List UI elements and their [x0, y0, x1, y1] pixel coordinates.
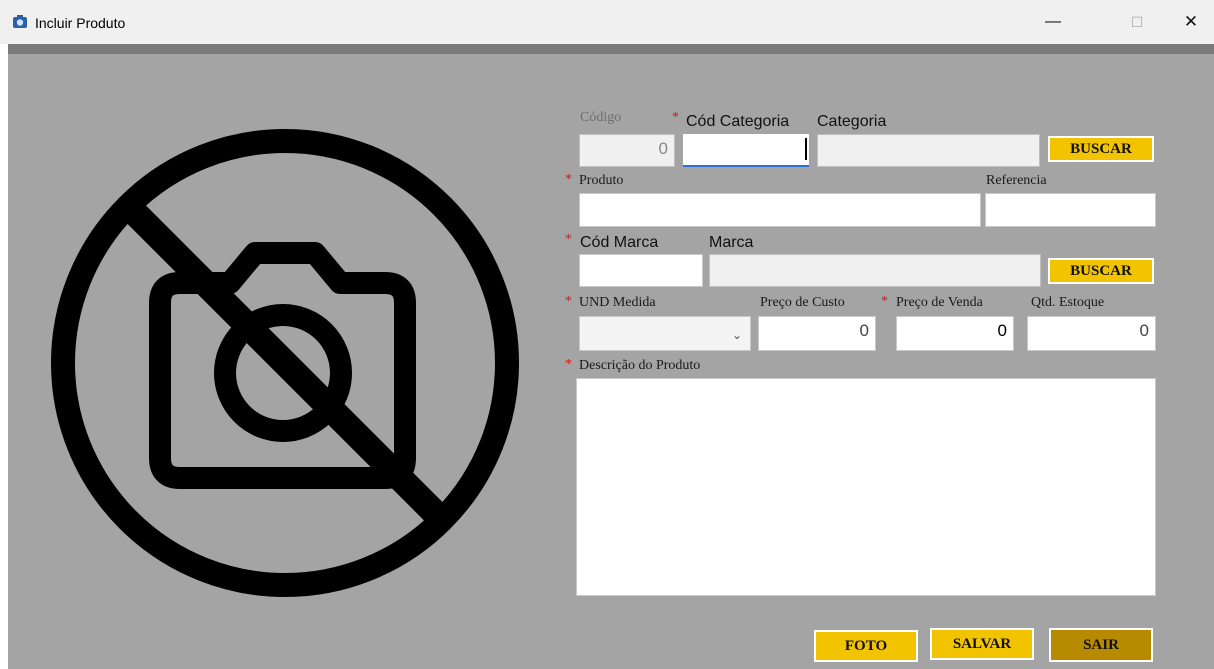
salvar-button[interactable]: SALVAR	[930, 628, 1034, 660]
required-marker: *	[565, 232, 572, 247]
qtd-estoque-label: Qtd. Estoque	[1031, 295, 1105, 310]
produto-field[interactable]	[579, 193, 981, 227]
required-marker: *	[565, 172, 572, 187]
required-marker: *	[565, 294, 572, 309]
cod-categoria-label: Cód Categoria	[686, 113, 790, 130]
und-medida-select[interactable]: ⌄	[579, 316, 751, 351]
codigo-field: 0	[579, 134, 675, 167]
preco-venda-field[interactable]: 0	[896, 316, 1014, 351]
foto-button[interactable]: FOTO	[814, 630, 918, 662]
maximize-icon: ☐	[1130, 13, 1144, 30]
maximize-button[interactable]: ☐	[1114, 0, 1160, 44]
preco-venda-label: Preço de Venda	[896, 295, 983, 310]
marca-label: Marca	[709, 234, 754, 251]
required-marker: *	[565, 357, 572, 372]
cod-categoria-field[interactable]	[683, 134, 809, 167]
descricao-textarea[interactable]	[576, 378, 1156, 596]
sair-button[interactable]: SAIR	[1049, 628, 1153, 662]
preco-custo-label: Preço de Custo	[760, 295, 845, 310]
marca-field	[709, 254, 1041, 287]
minimize-icon: —	[1045, 13, 1061, 30]
close-icon: ✕	[1183, 12, 1199, 31]
app-icon	[13, 15, 27, 28]
produto-label: Produto	[579, 173, 624, 188]
title-bar: Incluir Produto — ☐ ✕	[0, 0, 1214, 44]
referencia-field[interactable]	[985, 193, 1156, 227]
codigo-label: Código	[580, 110, 622, 125]
minimize-button[interactable]: —	[1030, 0, 1076, 44]
categoria-field	[817, 134, 1040, 167]
chevron-down-icon: ⌄	[731, 328, 742, 342]
required-marker: *	[672, 110, 679, 125]
referencia-label: Referencia	[986, 173, 1047, 188]
categoria-label: Categoria	[817, 113, 887, 130]
descricao-label: Descrição do Produto	[579, 358, 701, 373]
cod-marca-field[interactable]	[579, 254, 703, 287]
text-caret	[805, 138, 807, 160]
window-title: Incluir Produto	[35, 15, 126, 31]
buscar-marca-button[interactable]: BUSCAR	[1048, 258, 1154, 284]
required-marker: *	[881, 294, 888, 309]
preco-custo-field[interactable]: 0	[758, 316, 876, 351]
qtd-estoque-field[interactable]: 0	[1027, 316, 1156, 351]
close-button[interactable]: ✕	[1168, 0, 1214, 44]
und-medida-label: UND Medida	[579, 295, 656, 310]
no-camera-icon[interactable]	[50, 128, 520, 598]
cod-marca-label: Cód Marca	[580, 234, 659, 251]
header-divider	[8, 44, 1214, 54]
buscar-categoria-button[interactable]: BUSCAR	[1048, 136, 1154, 162]
